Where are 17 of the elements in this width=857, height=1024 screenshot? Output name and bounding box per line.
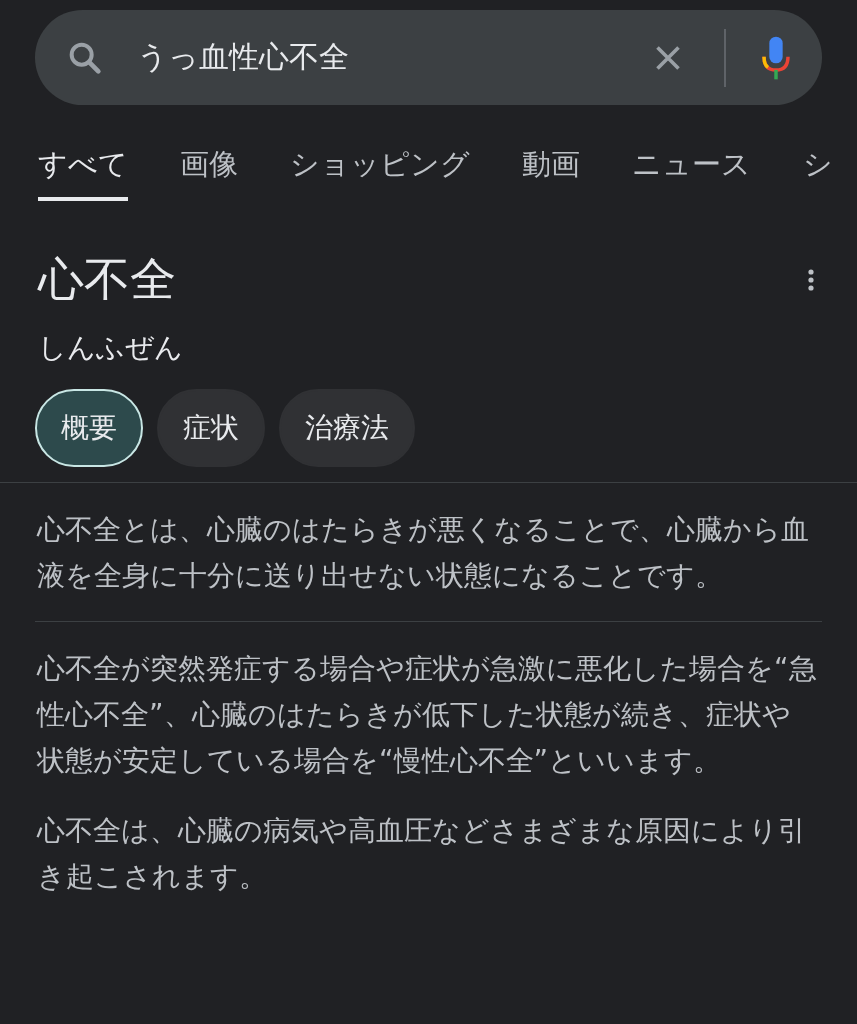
search-query: うっ血性心不全 bbox=[137, 38, 350, 76]
search-field[interactable]: うっ血性心不全 bbox=[35, 10, 822, 105]
entity-reading: しんふぜん bbox=[37, 330, 184, 366]
topic-chip[interactable]: 概要 bbox=[35, 389, 143, 467]
nav-tab[interactable]: 動画 bbox=[522, 145, 580, 201]
nav-tab[interactable]: ニュース bbox=[632, 145, 751, 201]
nav-tab[interactable]: すべて bbox=[38, 145, 128, 201]
topic-chip[interactable]: 症状 bbox=[157, 389, 265, 467]
description-paragraph: 心不全とは、心臓のはたらきが悪くなることで、心臓から血液を全身に十分に送り出せない状態になることです。 bbox=[37, 512, 810, 594]
description-paragraph: 心不全が突然発症する場合や症状が急激に悪化した場合を“急性心不全”、心臓のはたらきが低下した状態が続き、症状や状態が安定している場合を“慢性心不全”といいます。 bbox=[37, 651, 817, 779]
description-paragraph: 心不全は、心臓の病気や高血圧などさまざまな原因により引き起こされます。 bbox=[37, 813, 807, 895]
nav-tab[interactable]: ショッピング bbox=[290, 145, 470, 201]
nav-tab[interactable]: 画像 bbox=[180, 145, 238, 201]
nav-tab[interactable]: シ bbox=[803, 145, 833, 201]
topic-chip[interactable]: 治療法 bbox=[279, 389, 415, 467]
entity-title: 心不全 bbox=[38, 251, 176, 308]
more-icon[interactable] bbox=[807, 267, 815, 293]
